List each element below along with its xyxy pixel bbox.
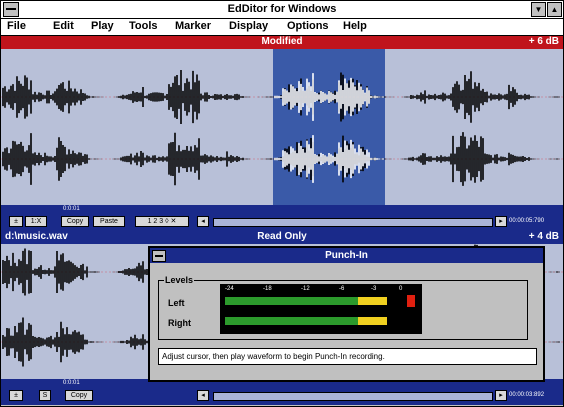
track1-paste-button[interactable]: Paste bbox=[93, 216, 125, 227]
track2-copy-button[interactable]: Copy bbox=[65, 390, 93, 401]
selection-region bbox=[273, 49, 385, 205]
track1-scrollbar[interactable] bbox=[213, 218, 493, 227]
track2-time-readout: 00:00:03:892 bbox=[509, 392, 545, 398]
punch-in-dialog: Punch-In Levels Left Right -24 -18 -12 -… bbox=[148, 246, 545, 382]
menu-play[interactable]: Play bbox=[91, 20, 114, 32]
maximize-icon[interactable]: ▲ bbox=[547, 2, 562, 17]
menu-file[interactable]: File bbox=[7, 20, 26, 32]
track2-zoom-button[interactable]: ± bbox=[9, 390, 23, 401]
track2-time-top: 0:0:01 bbox=[63, 380, 80, 386]
track2-status: Read Only bbox=[257, 231, 307, 242]
track1-gain: + 6 dB bbox=[528, 36, 559, 47]
app-window: EdDitor for Windows ▼ ▲ File Edit Play T… bbox=[0, 0, 564, 407]
scale-label: -3 bbox=[371, 286, 377, 292]
right-level-bar bbox=[225, 317, 387, 325]
menu-tools[interactable]: Tools bbox=[129, 20, 158, 32]
scale-label: -6 bbox=[339, 286, 345, 292]
menu-edit[interactable]: Edit bbox=[53, 20, 74, 32]
track2-toolbar: 0:0:01 ± S Copy ◂ ▸ 00:00:03:892 bbox=[1, 379, 563, 405]
left-level-bar bbox=[225, 297, 387, 305]
menu-options[interactable]: Options bbox=[287, 20, 329, 32]
track2-header: d:\music.wav Read Only + 4 dB bbox=[1, 231, 563, 244]
track1-header: Modified + 6 dB bbox=[1, 36, 563, 49]
punch-in-status: Adjust cursor, then play waveform to beg… bbox=[158, 348, 537, 365]
track2-scroll-left[interactable]: ◂ bbox=[197, 390, 209, 401]
left-channel-label: Left bbox=[168, 298, 185, 308]
track1-time-readout: 00:00:05:790 bbox=[509, 218, 545, 224]
track1-toolbar: 0:0:01 ± 1:X Copy Paste 1 2 3 ◊ ✕ ◂ ▸ 00… bbox=[1, 205, 563, 231]
track1-selection-buttons[interactable]: 1 2 3 ◊ ✕ bbox=[135, 216, 189, 227]
punch-in-title: Punch-In bbox=[150, 248, 543, 263]
clip-indicator bbox=[407, 295, 415, 307]
track2-gain: + 4 dB bbox=[528, 231, 559, 242]
track1-scroll-left[interactable]: ◂ bbox=[197, 216, 209, 227]
window-title: EdDitor for Windows bbox=[227, 3, 337, 15]
track2-scrollbar[interactable] bbox=[213, 392, 493, 401]
levels-label: Levels bbox=[164, 275, 195, 285]
track1-zoom-button[interactable]: ± bbox=[9, 216, 23, 227]
track2-s-button[interactable]: S bbox=[39, 390, 51, 401]
scale-label: -12 bbox=[301, 286, 310, 292]
menu-display[interactable]: Display bbox=[229, 20, 268, 32]
scale-label: 0 bbox=[399, 286, 403, 292]
dialog-system-menu-icon[interactable] bbox=[152, 250, 166, 262]
menu-marker[interactable]: Marker bbox=[175, 20, 211, 32]
track1-status: Modified bbox=[261, 36, 303, 47]
scale-label: -18 bbox=[263, 286, 272, 292]
level-meter: -24 -18 -12 -6 -3 0 bbox=[220, 284, 422, 334]
menu-bar: File Edit Play Tools Marker Display Opti… bbox=[1, 19, 563, 36]
minimize-icon[interactable]: ▼ bbox=[531, 2, 546, 17]
track1-scroll-right[interactable]: ▸ bbox=[495, 216, 507, 227]
right-channel-label: Right bbox=[168, 318, 191, 328]
track2-scroll-right[interactable]: ▸ bbox=[495, 390, 507, 401]
track1-waveform[interactable] bbox=[1, 49, 563, 205]
track1-mark-button[interactable]: 1:X bbox=[25, 216, 47, 227]
track1-copy-button[interactable]: Copy bbox=[61, 216, 89, 227]
menu-help[interactable]: Help bbox=[343, 20, 367, 32]
scale-label: -24 bbox=[225, 286, 234, 292]
title-bar: EdDitor for Windows ▼ ▲ bbox=[1, 1, 563, 19]
track1-time-top: 0:0:01 bbox=[63, 206, 80, 212]
